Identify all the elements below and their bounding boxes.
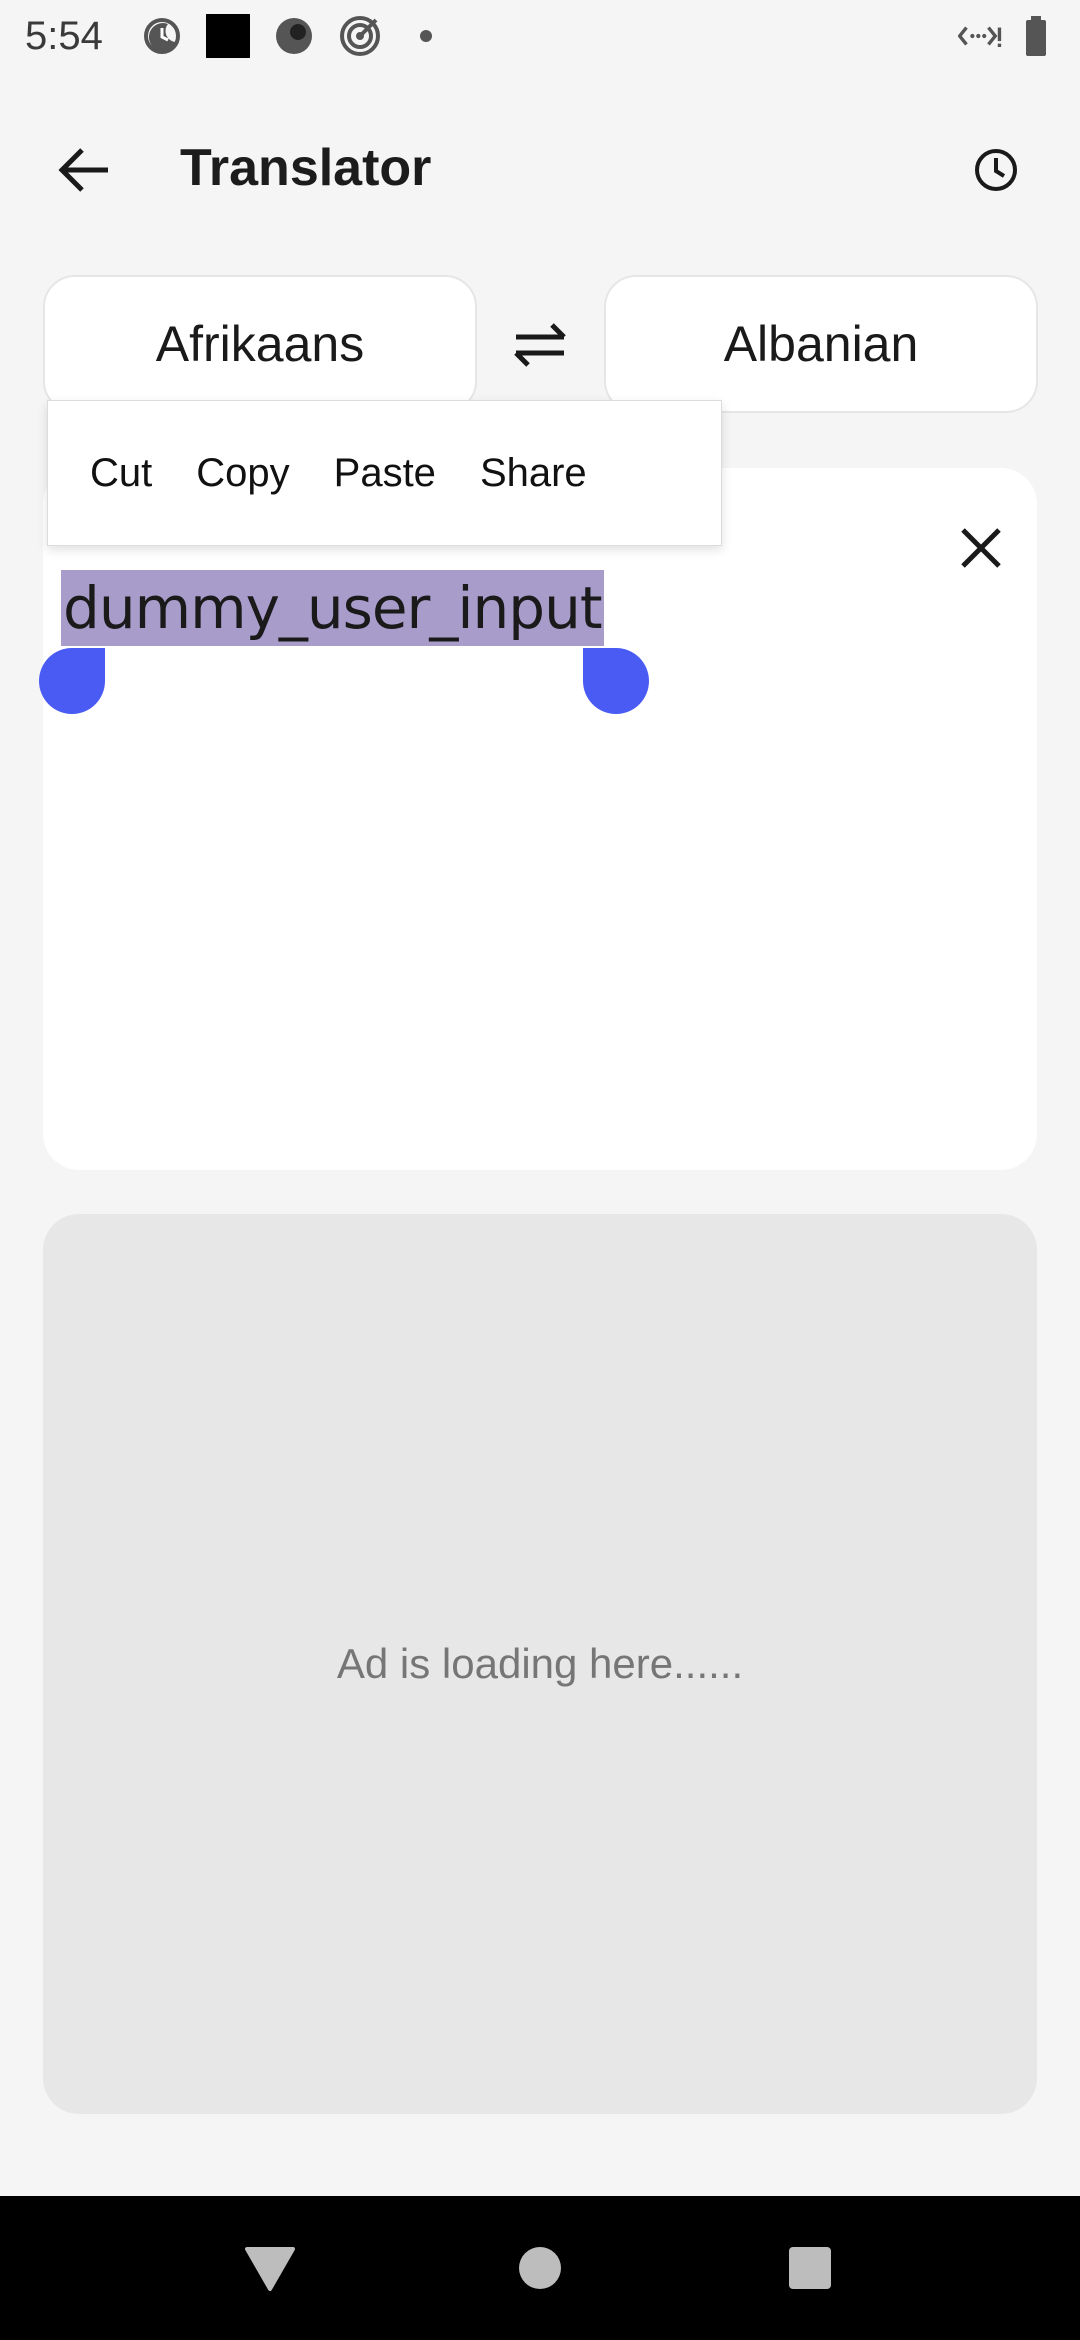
history-button[interactable] (956, 130, 1036, 210)
status-icons-left (140, 14, 448, 58)
clock-icon (975, 149, 1017, 191)
battery-icon (1014, 14, 1058, 58)
menu-item-paste[interactable]: Paste (312, 401, 458, 545)
close-icon (961, 528, 1001, 568)
status-bar: 5:54 (0, 0, 1080, 72)
do-not-disturb-icon (140, 14, 184, 58)
ad-container: Ad is loading here...... (43, 1214, 1037, 2114)
nav-home-button[interactable] (500, 2228, 580, 2308)
app-bar: Translator (0, 100, 1080, 240)
back-button[interactable] (44, 130, 124, 210)
dot-icon (404, 14, 448, 58)
selection-handle-start[interactable] (39, 648, 105, 714)
text-selection-menu: Cut Copy Paste Share (47, 400, 722, 546)
menu-item-copy[interactable]: Copy (174, 401, 311, 545)
input-card[interactable]: dummy_user_input (39, 468, 1037, 1170)
data-saver-icon (958, 14, 1002, 58)
swap-languages-button[interactable] (500, 305, 580, 385)
swap-arrows-icon (514, 323, 566, 367)
navigation-bar (0, 2196, 1080, 2340)
nav-home-icon (519, 2247, 561, 2289)
nav-back-icon (245, 2247, 295, 2291)
circle-app-icon (272, 14, 316, 58)
nav-back-button[interactable] (230, 2228, 310, 2308)
status-icons-right (958, 14, 1058, 58)
arrow-left-icon (58, 148, 108, 192)
clear-button[interactable] (941, 508, 1021, 588)
page-title: Translator (180, 139, 432, 197)
input-text-selected[interactable]: dummy_user_input (61, 570, 604, 646)
square-app-icon (206, 14, 250, 58)
screen: 5:54 Translator Afrikaans Albanian dummy… (0, 0, 1080, 2340)
menu-item-cut[interactable]: Cut (68, 401, 174, 545)
target-language-selector[interactable]: Albanian (604, 275, 1038, 413)
nav-recent-icon (789, 2247, 831, 2289)
nav-recent-button[interactable] (770, 2228, 850, 2308)
menu-item-share[interactable]: Share (458, 401, 609, 545)
target-language-label: Albanian (723, 316, 919, 372)
source-language-label: Afrikaans (155, 316, 365, 372)
status-time: 5:54 (25, 14, 103, 58)
ad-loading-text: Ad is loading here...... (336, 1640, 744, 1687)
source-language-selector[interactable]: Afrikaans (43, 275, 477, 413)
selection-handle-end[interactable] (583, 648, 649, 714)
target-icon (338, 14, 382, 58)
